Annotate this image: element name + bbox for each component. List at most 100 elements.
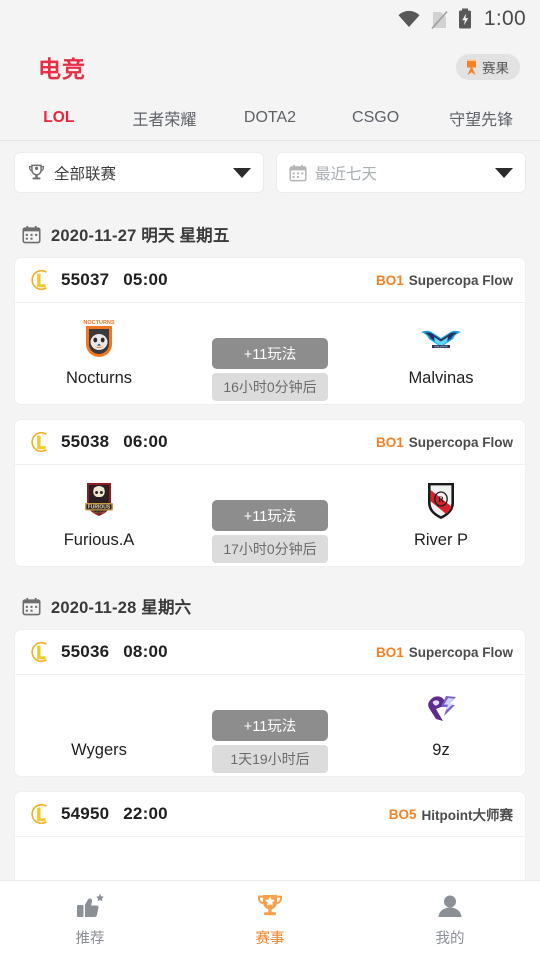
chevron-down-icon	[495, 167, 513, 178]
person-icon	[435, 893, 465, 921]
lol-logo-icon	[29, 803, 51, 825]
match-format: BO5	[388, 806, 417, 822]
tab-dota2[interactable]: DOTA2	[217, 109, 323, 127]
medal-icon	[464, 59, 479, 76]
away-team-name: River P	[413, 531, 469, 549]
match-card[interactable]: 54950 22:00 BO5 Hitpoint大师赛	[14, 791, 526, 880]
match-card[interactable]: 55037 05:00 BO1 Supercopa Flow NOCTURNS	[14, 257, 526, 405]
match-id: 54950	[61, 804, 110, 823]
tab-lol[interactable]: LOL	[6, 109, 112, 127]
wifi-icon	[397, 9, 421, 29]
tab-honor-of-kings[interactable]: 王者荣耀	[112, 106, 218, 130]
match-card-body	[15, 837, 525, 880]
date-section-header: 2020-11-28 星期六	[0, 581, 540, 629]
match-card-body: NOCTURNS Nocturns +11玩法 16小时0分钟后 MALVINA…	[15, 303, 525, 404]
filter-bar: 全部联赛 最近七天	[0, 141, 540, 202]
match-time: 08:00	[123, 642, 168, 661]
nocturns-logo: NOCTURNS	[76, 316, 122, 362]
match-list-scroll[interactable]: 2020-11-27 明天 星期五 55037 05:00 BO1 Superc…	[0, 209, 540, 880]
date-label: 2020-11-27 明天 星期五	[51, 227, 230, 245]
placeholder-logo	[76, 688, 122, 734]
bottom-navigation: 推荐 赛事 我的	[0, 880, 540, 960]
status-bar: 1:00	[0, 0, 540, 38]
lol-logo-icon	[29, 641, 51, 663]
status-clock: 1:00	[483, 7, 526, 30]
match-format: BO1	[375, 434, 404, 450]
calendar-icon	[22, 225, 41, 244]
date-section-header: 2020-11-27 明天 星期五	[0, 209, 540, 257]
match-format: BO1	[375, 644, 404, 660]
nine-z-logo	[418, 688, 464, 734]
match-id: 55036	[61, 642, 110, 661]
match-center: +11玩法 1天19小时后	[183, 688, 357, 773]
thumbs-up-star-icon	[75, 893, 105, 921]
furious-logo: FURIOUS GAMING	[76, 478, 122, 524]
calendar-icon	[289, 164, 307, 182]
match-card-body: Wygers +11玩法 1天19小时后 9z	[15, 675, 525, 776]
date-filter-value: 最近七天	[315, 165, 378, 183]
home-team-name: Furious.A	[63, 531, 135, 549]
away-team-name: 9z	[432, 741, 450, 759]
play-count-button[interactable]: +11玩法	[212, 710, 328, 741]
match-time: 05:00	[123, 270, 168, 289]
home-team-name: Wygers	[71, 741, 127, 759]
nav-label-profile: 我的	[435, 931, 465, 947]
page-title: 电竞	[38, 56, 86, 82]
match-card-body: FURIOUS GAMING Furious.A +11玩法 17小时0分钟后	[15, 465, 525, 566]
result-badge-label: 赛果	[482, 61, 509, 76]
chevron-down-icon	[233, 167, 251, 178]
match-center: +11玩法 17小时0分钟后	[183, 478, 357, 563]
result-badge-button[interactable]: 赛果	[456, 54, 520, 80]
app-header: 电竞 赛果	[0, 38, 540, 96]
home-team-name: Nocturns	[65, 369, 133, 387]
match-card-header: 55036 08:00 BO1 Supercopa Flow	[15, 630, 525, 675]
away-team-name: Malvinas	[408, 369, 474, 387]
play-count-button[interactable]: +11玩法	[212, 338, 328, 369]
countdown-label: 16小时0分钟后	[212, 373, 328, 401]
league-name: Hitpoint大师赛	[421, 808, 513, 823]
away-team: R River P	[357, 478, 525, 550]
countdown-label: 1天19小时后	[212, 745, 328, 773]
match-card[interactable]: 55038 06:00 BO1 Supercopa Flow FURIOUS G…	[14, 419, 526, 567]
tab-overwatch[interactable]: 守望先锋	[428, 106, 534, 130]
home-team: Wygers	[15, 688, 183, 760]
match-time: 06:00	[123, 432, 168, 451]
away-team: MALVINAS Malvinas	[357, 316, 525, 388]
nav-item-matches[interactable]: 赛事	[180, 893, 360, 948]
date-filter-dropdown[interactable]: 最近七天	[276, 152, 526, 193]
date-label: 2020-11-28 星期六	[51, 599, 192, 617]
match-format: BO1	[375, 272, 404, 288]
home-team: NOCTURNS Nocturns	[15, 316, 183, 388]
svg-text:R: R	[438, 495, 444, 504]
league-filter-dropdown[interactable]: 全部联赛	[14, 152, 264, 193]
match-card[interactable]: 55036 08:00 BO1 Supercopa Flow Wygers +1…	[14, 629, 526, 777]
match-card-header: 55037 05:00 BO1 Supercopa Flow	[15, 258, 525, 303]
match-card-header: 54950 22:00 BO5 Hitpoint大师赛	[15, 792, 525, 837]
match-time: 22:00	[123, 804, 168, 823]
nav-label-matches: 赛事	[255, 931, 285, 947]
no-sim-icon	[431, 9, 448, 30]
svg-text:NOCTURNS: NOCTURNS	[83, 320, 114, 326]
nav-item-recommend[interactable]: 推荐	[0, 893, 180, 948]
trophy-star-icon	[255, 893, 285, 921]
lol-logo-icon	[29, 431, 51, 453]
battery-charging-icon	[458, 8, 472, 30]
match-id: 55037	[61, 270, 110, 289]
calendar-icon	[22, 597, 41, 616]
nav-label-recommend: 推荐	[75, 931, 105, 947]
nav-item-profile[interactable]: 我的	[360, 893, 540, 948]
home-team: FURIOUS GAMING Furious.A	[15, 478, 183, 550]
lol-logo-icon	[29, 269, 51, 291]
river-plate-logo: R	[418, 478, 464, 524]
match-center: +11玩法 16小时0分钟后	[183, 316, 357, 401]
match-card-header: 55038 06:00 BO1 Supercopa Flow	[15, 420, 525, 465]
match-id: 55038	[61, 432, 110, 451]
play-count-button[interactable]: +11玩法	[212, 500, 328, 531]
league-name: Supercopa Flow	[408, 434, 513, 450]
svg-text:MALVINAS: MALVINAS	[435, 345, 448, 349]
malvinas-logo: MALVINAS	[418, 316, 464, 362]
league-name: Supercopa Flow	[408, 272, 513, 288]
category-tabs: LOL 王者荣耀 DOTA2 CSGO 守望先锋	[0, 96, 540, 140]
tab-csgo[interactable]: CSGO	[323, 109, 429, 127]
svg-text:GAMING: GAMING	[93, 511, 106, 515]
